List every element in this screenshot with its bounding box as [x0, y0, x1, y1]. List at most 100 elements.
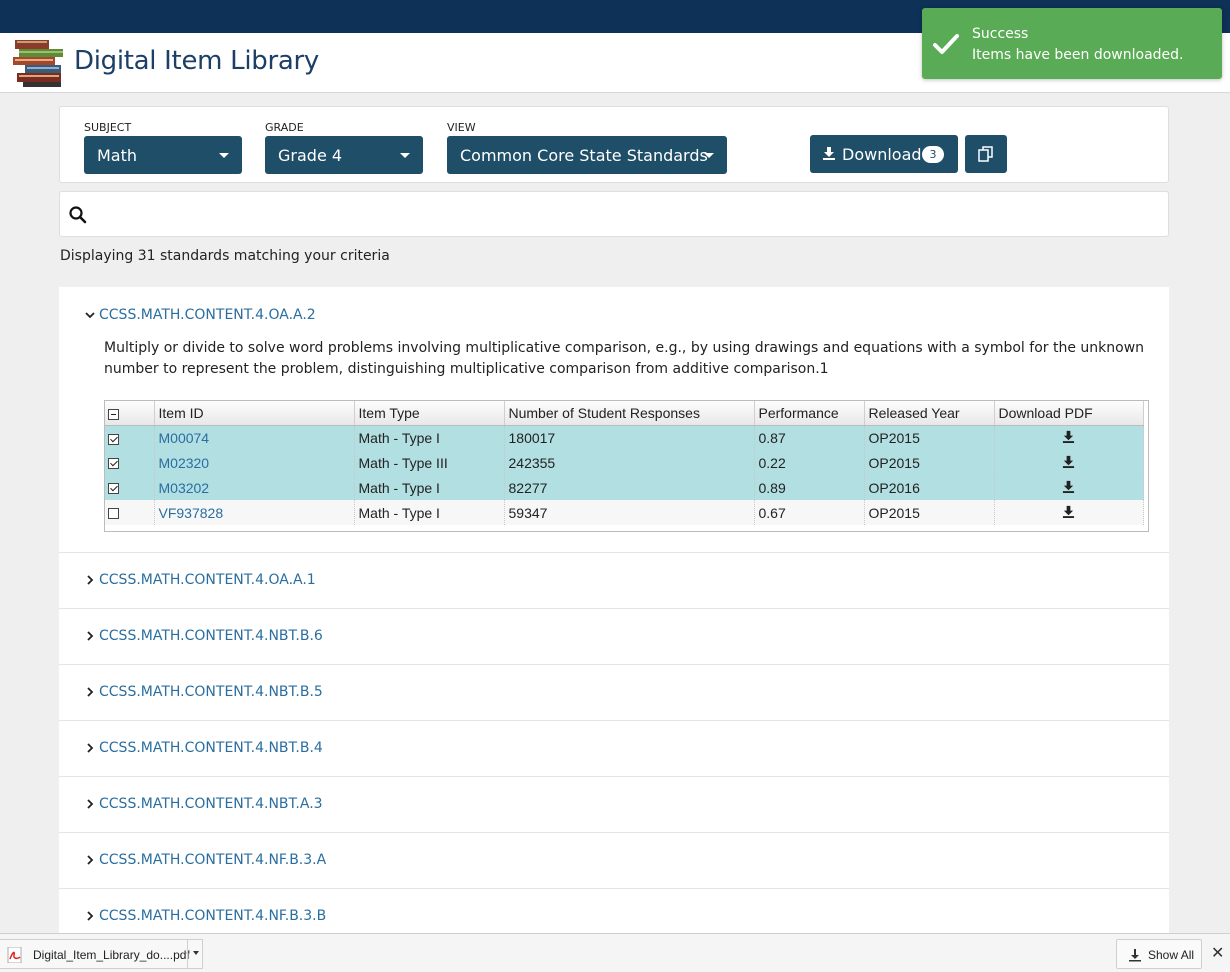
item-id-link[interactable]: M02320 [159, 455, 210, 471]
caret-down-icon [400, 153, 410, 158]
results-count: Displaying 31 standards matching your cr… [60, 248, 390, 264]
item-id-link[interactable]: VF937828 [159, 505, 224, 521]
download-pdf-cell[interactable] [994, 450, 1144, 475]
item-id-link[interactable]: M03202 [159, 480, 210, 496]
item-id-cell[interactable]: M00074 [154, 425, 355, 450]
grade-value: Grade 4 [278, 146, 343, 165]
standard-code[interactable]: CCSS.MATH.CONTENT.4.NBT.B.6 [99, 628, 323, 644]
download-icon[interactable] [1062, 480, 1075, 493]
caret-down-icon [219, 153, 229, 158]
column-header[interactable]: Item ID [154, 401, 355, 426]
view-value: Common Core State Standards [460, 146, 708, 165]
item-id-cell[interactable]: VF937828 [154, 500, 355, 525]
standard-code[interactable]: CCSS.MATH.CONTENT.4.NF.B.3.A [99, 852, 326, 868]
released-year-cell: OP2015 [864, 425, 995, 450]
table-row[interactable]: M02320 Math - Type III 242355 0.22 OP2015 [105, 450, 1144, 475]
toast-title: Success [972, 26, 1029, 42]
app-title: Digital Item Library [74, 46, 319, 76]
column-header[interactable]: Released Year [864, 401, 995, 426]
column-header[interactable]: Number of Student Responses [504, 401, 755, 426]
standard-code[interactable]: CCSS.MATH.CONTENT.4.NBT.B.4 [99, 740, 323, 756]
standard-item[interactable]: CCSS.MATH.CONTENT.4.OA.A.1 [59, 553, 1169, 609]
standard-code[interactable]: CCSS.MATH.CONTENT.4.OA.A.2 [99, 307, 316, 323]
row-checkbox[interactable] [108, 483, 119, 495]
table-row[interactable]: M00074 Math - Type I 180017 0.87 OP2015 [105, 425, 1144, 450]
chevron-right-icon[interactable] [85, 911, 95, 921]
released-year-cell: OP2015 [864, 500, 995, 525]
row-checkbox-cell[interactable] [105, 450, 155, 475]
item-type-cell: Math - Type I [354, 475, 505, 500]
released-year-cell: OP2016 [864, 475, 995, 500]
subject-dropdown[interactable]: Math [84, 136, 242, 174]
download-icon[interactable] [1062, 430, 1075, 443]
item-type-cell: Math - Type III [354, 450, 505, 475]
table-row[interactable]: M03202 Math - Type I 82277 0.89 OP2016 [105, 475, 1144, 500]
caret-down-icon[interactable] [193, 951, 199, 955]
item-id-cell[interactable]: M03202 [154, 475, 355, 500]
column-header[interactable]: Performance [754, 401, 865, 426]
chevron-right-icon[interactable] [85, 743, 95, 753]
standard-code[interactable]: CCSS.MATH.CONTENT.4.OA.A.1 [99, 572, 316, 588]
standard-code[interactable]: CCSS.MATH.CONTENT.4.NBT.A.3 [99, 796, 323, 812]
grade-dropdown[interactable]: Grade 4 [265, 136, 423, 174]
row-checkbox[interactable] [108, 508, 119, 520]
row-checkbox-cell[interactable] [105, 425, 155, 450]
responses-cell: 242355 [504, 450, 755, 475]
download-pdf-cell[interactable] [994, 425, 1144, 450]
chevron-right-icon[interactable] [85, 687, 95, 697]
column-header[interactable]: Download PDF [994, 401, 1144, 426]
standard-item[interactable]: CCSS.MATH.CONTENT.4.NBT.B.5 [59, 665, 1169, 721]
download-icon [823, 147, 835, 160]
standards-list: CCSS.MATH.CONTENT.4.OA.A.2 Multiply or d… [59, 287, 1169, 933]
standard-item[interactable]: CCSS.MATH.CONTENT.4.NBT.B.6 [59, 609, 1169, 665]
released-year-cell: OP2015 [864, 450, 995, 475]
standard-code[interactable]: CCSS.MATH.CONTENT.4.NBT.B.5 [99, 684, 323, 700]
row-checkbox-cell[interactable] [105, 475, 155, 500]
subject-value: Math [97, 146, 138, 165]
column-header[interactable]: Item Type [354, 401, 505, 426]
row-checkbox[interactable] [108, 433, 119, 445]
standard-item[interactable]: CCSS.MATH.CONTENT.4.NBT.A.3 [59, 777, 1169, 833]
toast-message: Items have been downloaded. [972, 47, 1184, 63]
download-pdf-cell[interactable] [994, 500, 1144, 525]
close-icon[interactable]: ✕ [1211, 943, 1225, 963]
download-button[interactable]: Download 3 [810, 135, 958, 173]
search-input[interactable] [98, 200, 1158, 228]
standard-description: Multiply or divide to solve word problem… [104, 340, 1145, 377]
chevron-down-icon[interactable] [85, 310, 95, 320]
divider [187, 940, 188, 968]
standard-item[interactable]: CCSS.MATH.CONTENT.4.NBT.B.4 [59, 721, 1169, 777]
chevron-right-icon[interactable] [85, 631, 95, 641]
items-grid: Item ID Item Type Number of Student Resp… [104, 400, 1149, 532]
standard-item[interactable]: CCSS.MATH.CONTENT.4.NF.B.3.A [59, 833, 1169, 889]
standard-code[interactable]: CCSS.MATH.CONTENT.4.NF.B.3.B [99, 908, 326, 924]
success-toast[interactable]: Success Items have been downloaded. [922, 8, 1222, 79]
row-checkbox[interactable] [108, 458, 119, 470]
view-label: VIEW [447, 121, 476, 134]
chevron-right-icon[interactable] [85, 799, 95, 809]
search-icon [69, 206, 87, 224]
copy-button[interactable] [965, 135, 1007, 173]
item-id-link[interactable]: M00074 [159, 430, 210, 446]
chevron-right-icon[interactable] [85, 575, 95, 585]
table-row[interactable]: VF937828 Math - Type I 59347 0.67 OP2015 [105, 500, 1144, 525]
item-id-cell[interactable]: M02320 [154, 450, 355, 475]
books-logo-icon [13, 40, 63, 87]
pdf-file-icon [7, 947, 22, 963]
download-file-name: Digital_Item_Library_do....pdf [33, 948, 190, 962]
show-all-button[interactable]: Show All [1116, 939, 1202, 969]
download-label: Download [842, 145, 922, 164]
view-dropdown[interactable]: Common Core State Standards [447, 136, 727, 174]
download-icon[interactable] [1062, 455, 1075, 468]
standard-item[interactable]: CCSS.MATH.CONTENT.4.NF.B.3.B [59, 889, 1169, 933]
download-icon[interactable] [1062, 505, 1075, 518]
row-checkbox-cell[interactable] [105, 500, 155, 525]
show-all-label: Show All [1148, 948, 1195, 962]
select-all-header[interactable] [105, 401, 155, 426]
download-item[interactable]: Digital_Item_Library_do....pdf [0, 939, 203, 969]
select-all-checkbox[interactable] [108, 408, 119, 420]
responses-cell: 59347 [504, 500, 755, 525]
responses-cell: 180017 [504, 425, 755, 450]
chevron-right-icon[interactable] [85, 855, 95, 865]
download-pdf-cell[interactable] [994, 475, 1144, 500]
